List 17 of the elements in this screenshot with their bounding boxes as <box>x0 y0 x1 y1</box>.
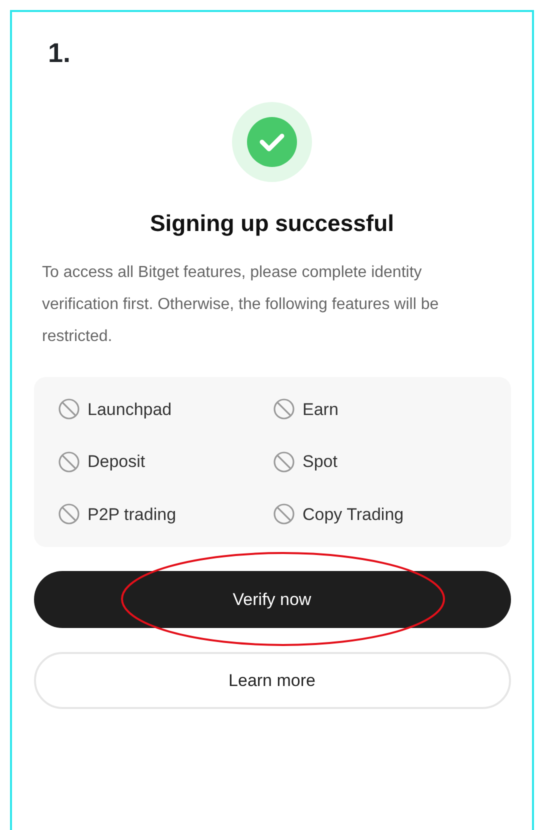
verify-button[interactable]: Verify now <box>34 571 510 628</box>
feature-label: Spot <box>302 451 338 473</box>
feature-label: Copy Trading <box>302 504 404 526</box>
prohibited-icon <box>58 450 80 473</box>
feature-label: Deposit <box>88 451 146 473</box>
prohibited-icon <box>58 503 80 526</box>
feature-label: Launchpad <box>88 398 172 420</box>
feature-label: P2P trading <box>88 504 176 526</box>
secondary-button[interactable]: Learn more <box>34 652 510 709</box>
prohibited-icon <box>272 503 294 526</box>
prohibited-icon <box>272 450 294 473</box>
step-label: 1. <box>48 40 71 67</box>
prohibited-icon <box>272 398 294 420</box>
feature-label: Earn <box>302 398 338 420</box>
title: Signing up successful <box>150 209 394 238</box>
message-text: To access all Bitget features, please complete identity verification first. Otherwise, the following features will be restricted. <box>42 262 440 346</box>
prohibited-icon <box>58 398 80 420</box>
